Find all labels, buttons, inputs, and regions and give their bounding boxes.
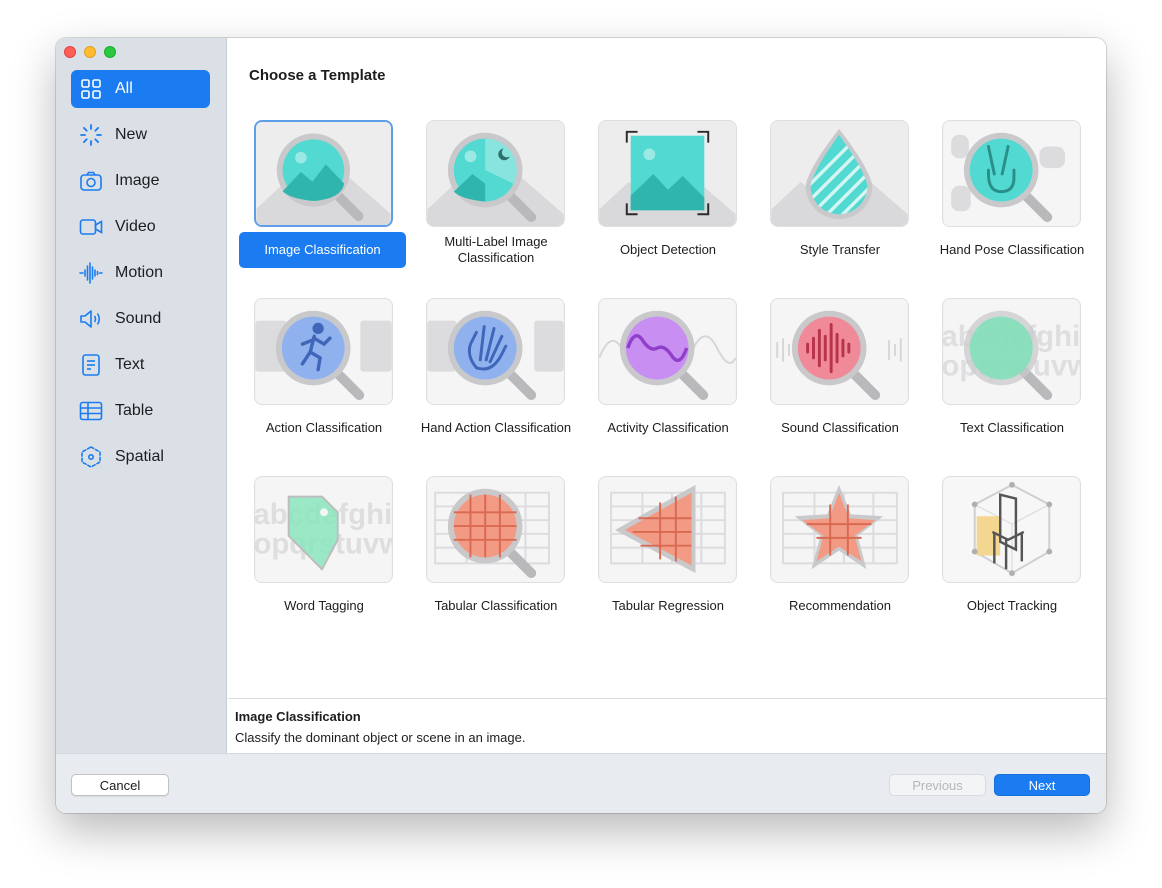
template-label: Object Tracking [966, 598, 1058, 613]
template-hand-pose-classification[interactable]: Hand Pose Classification [926, 120, 1098, 298]
table-icon [79, 399, 103, 423]
sidebar-item-label: Image [115, 172, 160, 189]
document-icon [79, 353, 103, 377]
template-sound-classification[interactable]: Sound Classification [754, 298, 926, 476]
sidebar-item-sound[interactable]: Sound [71, 300, 210, 338]
sidebar-list: All New Image Video Motion Sound Text Ta… [71, 70, 210, 484]
sidebar-item-label: Text [115, 356, 145, 373]
template-label: Recommendation [789, 598, 891, 613]
template-label: Text Classification [959, 420, 1065, 435]
footer-bar: Cancel Previous Next [56, 753, 1106, 813]
sidebar-item-table[interactable]: Table [71, 392, 210, 430]
waveform-icon [79, 261, 103, 285]
previous-button[interactable]: Previous [889, 774, 986, 796]
multilabel-magnifier-icon [426, 120, 565, 227]
grid-icon [79, 77, 103, 101]
template-multi-label-image-classification[interactable]: Multi-Label Image Classification [410, 120, 582, 298]
sidebar-item-label: Table [115, 402, 154, 419]
template-word-tagging[interactable]: abcdefghiopqrstuvw Word Tagging [238, 476, 410, 654]
template-object-tracking[interactable]: Object Tracking [926, 476, 1098, 654]
template-activity-classification[interactable]: Activity Classification [582, 298, 754, 476]
camera-icon [79, 169, 103, 193]
image-magnifier-icon [254, 120, 393, 227]
template-label: Tabular Regression [611, 598, 724, 613]
next-button[interactable]: Next [994, 774, 1090, 796]
template-label: Object Detection [619, 242, 717, 257]
star-table-icon [770, 476, 909, 583]
sidebar-item-label: Video [115, 218, 156, 235]
template-label: Image Classification [239, 232, 406, 268]
text-magnifier-icon: abcdefghiopqrstuvw [942, 298, 1081, 405]
template-action-classification[interactable]: Action Classification [238, 298, 410, 476]
template-style-transfer[interactable]: Style Transfer [754, 120, 926, 298]
template-hand-action-classification[interactable]: Hand Action Classification [410, 298, 582, 476]
word-tag-icon: abcdefghiopqrstuvw [254, 476, 393, 583]
template-text-classification[interactable]: abcdefghiopqrstuvw Text Classification [926, 298, 1098, 476]
template-label: Activity Classification [607, 420, 729, 435]
table-triangle-icon [598, 476, 737, 583]
template-recommendation[interactable]: Recommendation [754, 476, 926, 654]
template-label: Tabular Classification [434, 598, 558, 613]
spinner-icon [79, 123, 103, 147]
sidebar-item-all[interactable]: All [71, 70, 210, 108]
description-title: Image Classification [235, 709, 361, 724]
sidebar-item-label: Motion [115, 264, 164, 281]
template-label: Sound Classification [781, 420, 899, 435]
sidebar-item-spatial[interactable]: Spatial [71, 438, 210, 476]
object-detection-icon [598, 120, 737, 227]
template-label: Hand Pose Classification [939, 242, 1085, 257]
sidebar-item-label: Spatial [115, 448, 164, 465]
table-magnifier-icon [426, 476, 565, 583]
sidebar-item-image[interactable]: Image [71, 162, 210, 200]
sidebar-item-label: New [115, 126, 148, 143]
template-tabular-classification[interactable]: Tabular Classification [410, 476, 582, 654]
minimize-window-button[interactable] [84, 46, 96, 58]
template-chooser: Choose a Template Image Classification M… [228, 38, 1106, 698]
close-window-button[interactable] [64, 46, 76, 58]
sidebar-item-motion[interactable]: Motion [71, 254, 210, 292]
template-label: Action Classification [265, 420, 383, 435]
template-tabular-regression[interactable]: Tabular Regression [582, 476, 754, 654]
window-controls [64, 46, 116, 58]
speaker-icon [79, 307, 103, 331]
template-label: Word Tagging [284, 598, 364, 613]
sidebar-item-label: All [115, 80, 133, 97]
zoom-window-button[interactable] [104, 46, 116, 58]
choose-template-window: All New Image Video Motion Sound Text Ta… [56, 38, 1106, 813]
style-drop-icon [770, 120, 909, 227]
activity-wave-icon [598, 298, 737, 405]
sound-wave-icon [770, 298, 909, 405]
description-text: Classify the dominant object or scene in… [235, 730, 526, 745]
template-label: Style Transfer [799, 242, 881, 257]
template-object-detection[interactable]: Object Detection [582, 120, 754, 298]
hand-pose-icon [942, 120, 1081, 227]
cube-icon [79, 445, 103, 469]
sidebar-item-new[interactable]: New [71, 116, 210, 154]
template-description-panel: Image Classification Classify the domina… [228, 698, 1106, 753]
action-runner-icon [254, 298, 393, 405]
sidebar-item-video[interactable]: Video [71, 208, 210, 246]
sidebar: All New Image Video Motion Sound Text Ta… [56, 38, 227, 753]
sidebar-item-label: Sound [115, 310, 162, 327]
sidebar-item-text[interactable]: Text [71, 346, 210, 384]
template-image-classification[interactable]: Image Classification [238, 120, 410, 298]
hand-wave-icon [426, 298, 565, 405]
page-title: Choose a Template [249, 67, 386, 84]
video-camera-icon [79, 215, 103, 239]
cancel-button[interactable]: Cancel [71, 774, 169, 796]
template-label: Multi-Label Image Classification [444, 234, 548, 265]
object-tracking-icon [942, 476, 1081, 583]
template-label: Hand Action Classification [420, 420, 572, 435]
